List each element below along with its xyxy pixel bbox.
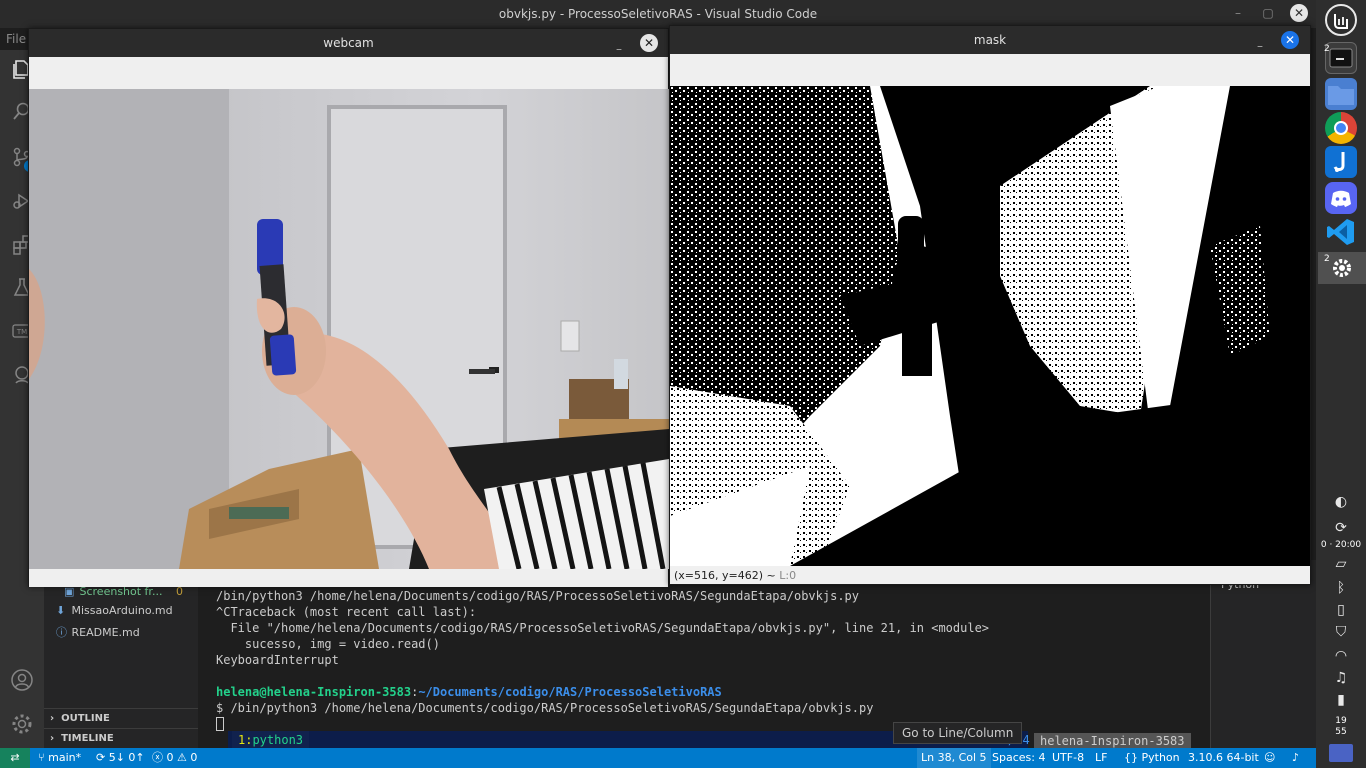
indentation-status[interactable]: Spaces: 4 [992,748,1045,768]
notes-icon[interactable]: ▱ [1316,556,1366,572]
svg-text:TM: TM [16,328,27,336]
git-branch-icon: ⑂ [38,751,45,764]
markdown-download-icon: ⬇ [56,604,66,617]
right-side-pane: Python [1210,560,1316,748]
info-icon: ⓘ [56,626,67,639]
goto-line-tooltip: Go to Line/Column [893,722,1023,744]
tmux-hostname: helena-Inspiron-3583 [1034,733,1191,749]
remote-indicator-icon[interactable]: ⇄ [0,748,30,768]
shield-icon[interactable]: ⛉ [1316,624,1366,640]
mask-toolbar [670,54,1310,86]
problems-status[interactable]: ⓧ 0 ⚠ 0 [152,748,197,768]
terminal-prompt: helena@helena-Inspiron-3583:~/Documents/… [216,685,722,699]
webcam-window: webcam – ✕ [28,28,669,587]
feedback-icon[interactable]: ☺ [1264,748,1275,768]
menu-file[interactable]: File [0,28,26,50]
mask-close-button[interactable]: ✕ [1281,31,1299,49]
mint-menu-icon[interactable] [1325,4,1357,36]
error-icon: ⓧ [152,751,163,764]
bluetooth-icon[interactable]: ᛒ [1316,580,1366,596]
webcam-image [29,89,669,569]
eol-status[interactable]: LF [1095,748,1107,768]
webcam-title: webcam [323,36,374,50]
sync-status[interactable]: ⟳ 5↓ 0↑ [96,748,145,768]
music-icon[interactable]: ♫ [1316,670,1366,686]
terminal-line: File "/home/helena/Documents/codigo/RAS/… [216,621,990,635]
statusbar: ⇄ ⑂ main* ⟳ 5↓ 0↑ ⓧ 0 ⚠ 0 Ln 38, Col 5 S… [0,748,1316,768]
vscode-titlebar: obvkjs.py - ProcessoSeletivoRAS - Visual… [0,0,1316,28]
clipboard-icon[interactable]: ▯ [1316,602,1366,618]
terminal-line: /bin/python3 /home/helena/Documents/codi… [216,589,859,603]
update-icon[interactable]: ⟳ [1316,520,1366,536]
close-button[interactable]: ✕ [1290,4,1308,22]
terminal-panel[interactable]: /bin/python3 /home/helena/Documents/codi… [198,560,1210,749]
night-light-icon[interactable]: ◐ [1316,494,1366,510]
tmux-tab[interactable]: 1:python3 [232,731,310,749]
clock-date: 0 · 20:00 [1320,540,1362,550]
vscode-icon[interactable] [1325,216,1357,248]
branch-status[interactable]: ⑂ main* [38,748,81,768]
webcam-titlebar: webcam – ✕ [29,29,668,57]
window-title: obvkjs.py - ProcessoSeletivoRAS - Visual… [498,7,818,21]
chevron-right-icon: › [50,713,55,724]
mask-titlebar: mask – ✕ [670,26,1310,54]
desktop-dock: 2 2 ◐ ⟳ 0 · 20:00 ▱ ᛒ ▯ ⛉ ◠ ♫ ▮ 19 55 [1316,0,1366,768]
terminal-line: ^CTraceback (most recent call last): [216,605,477,619]
sync-icon: ⟳ [96,751,106,764]
bell-icon[interactable]: ♪ [1292,748,1299,768]
chrome-icon[interactable] [1325,112,1357,144]
terminal-icon[interactable] [1325,42,1357,74]
show-desktop-button[interactable] [1329,744,1353,762]
language-status[interactable]: {} Python [1124,748,1180,768]
terminal-cursor [216,717,224,731]
webcam-statusbar [29,569,668,587]
tree-item-readme[interactable]: ⓘ README.md [56,624,140,640]
mask-coordinates-status: (x=516, y=462) ~ L:0 [674,569,797,582]
mask-title: mask [973,33,1007,47]
discord-icon[interactable] [1325,182,1357,214]
terminal-line: KeyboardInterrupt [216,653,339,667]
files-icon[interactable] [1325,78,1357,110]
line-column-status[interactable]: Ln 38, Col 5 [917,748,991,768]
window-controls: – ▢ ✕ [1230,4,1308,22]
mask-window: mask – ✕ (x=516, y=462) ~ L:0 [669,25,1311,585]
joplin-icon[interactable] [1325,146,1357,178]
webcam-close-button[interactable]: ✕ [640,34,658,52]
chevron-right-icon: › [50,733,55,744]
terminal-line: sucesso, img = video.read() [216,637,440,651]
minimize-button[interactable]: – [1230,6,1246,20]
interpreter-status[interactable]: 3.10.6 64-bit [1188,748,1259,768]
braces-icon: {} [1124,751,1138,764]
timeline-section[interactable]: › TIMELINE [44,728,198,748]
mask-image [670,86,1310,566]
settings-badge: 2 [1324,254,1330,264]
clock-time: 19 55 [1335,716,1347,737]
encoding-status[interactable]: UTF-8 [1052,748,1084,768]
manage-gear-icon[interactable] [8,712,36,740]
account-icon[interactable] [8,668,36,696]
wifi-icon[interactable]: ◠ [1316,648,1366,664]
maximize-button[interactable]: ▢ [1260,6,1276,20]
terminal-command: $ /bin/python3 /home/helena/Documents/co… [216,701,874,715]
battery-icon[interactable]: ▮ [1316,692,1366,708]
tree-item-missaoarduino[interactable]: ⬇ MissaoArduino.md [56,604,173,617]
outline-section[interactable]: › OUTLINE [44,708,198,728]
terminal-badge: 2 [1324,44,1330,54]
webcam-toolbar [29,57,668,89]
